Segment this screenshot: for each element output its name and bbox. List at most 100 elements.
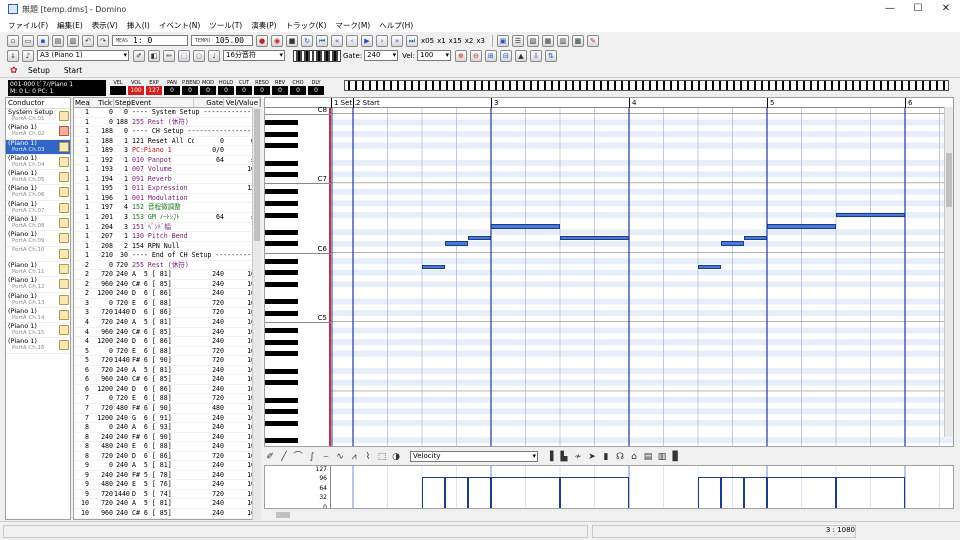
black-key[interactable] (265, 420, 298, 426)
speed-button[interactable]: x1 (437, 37, 446, 45)
velocity-bar[interactable] (767, 476, 836, 508)
settings-wrench-icon[interactable]: ✎ (586, 34, 599, 47)
event-row[interactable]: 6720240A 5 [ 81]240100 (74, 366, 260, 376)
random-icon[interactable]: ⩘ (348, 451, 360, 463)
horizontal-scroll-thumb[interactable] (276, 512, 290, 518)
velocity-bar[interactable] (836, 476, 905, 508)
forward-end-icon[interactable]: ⏭ (406, 34, 418, 47)
event-row[interactable]: 12043151 ﾍﾞﾝﾄﾞ幅12 (74, 223, 260, 233)
snap-icon[interactable]: ⇅ (544, 49, 557, 62)
mixer-icon[interactable]: ▦ (541, 34, 554, 47)
erase-range-icon[interactable]: ◑ (390, 451, 402, 463)
meter-icon[interactable]: ▊ (670, 451, 682, 463)
maximize-button[interactable]: ☐ (904, 0, 932, 18)
column-header[interactable]: Tick (90, 98, 114, 107)
menu-item[interactable]: イベント(N) (159, 20, 200, 31)
record-step-icon[interactable]: ◉ (271, 34, 283, 47)
note-block[interactable] (743, 235, 767, 241)
note-block[interactable] (491, 224, 560, 229)
edit-curve-icon[interactable]: ⌇ (362, 451, 374, 463)
black-key[interactable] (265, 229, 298, 235)
black-key[interactable] (265, 172, 298, 178)
velocity-bar[interactable] (445, 476, 469, 508)
redo-icon[interactable]: ↷ (97, 34, 109, 47)
event-row[interactable]: 12013153 GM ﾉｰﾄｼﾌﾄ64±0 (74, 213, 260, 223)
track-item[interactable]: (Piano 1) PortA Ch.12 (6, 277, 70, 293)
event-row[interactable]: 101200240D 6 [ 86]240100 (74, 519, 260, 520)
menu-item[interactable]: ツール(T) (209, 20, 242, 31)
list-view-icon[interactable]: ☰ (511, 34, 524, 47)
note-block[interactable] (836, 212, 905, 218)
undo-icon[interactable]: ↶ (82, 34, 94, 47)
note-grid[interactable] (331, 108, 953, 446)
play-icon[interactable]: ▶ (361, 34, 373, 47)
event-row[interactable]: 10720240A 5 [ 81]240100 (74, 499, 260, 509)
black-key[interactable] (265, 160, 298, 166)
measure-ruler[interactable]: 1 Set.. 2 Start 3 4 5 6 (265, 98, 953, 108)
score-icon[interactable]: ▧ (526, 34, 539, 47)
velocity-bar[interactable] (743, 476, 767, 508)
black-key[interactable] (265, 143, 298, 149)
menu-item[interactable]: 編集(E) (57, 20, 83, 31)
event-row[interactable]: 7720480F# 6 [ 90]480100 (74, 404, 260, 414)
event-row[interactable]: 11921010 Panpot64±0 (74, 156, 260, 166)
open-folder-icon[interactable]: ▭ (22, 34, 34, 47)
track-item[interactable]: (Piano 1) PortA Ch.13 (6, 292, 70, 308)
velocity-bar[interactable] (698, 476, 722, 508)
speaker-icon[interactable] (59, 279, 69, 290)
black-key[interactable] (265, 241, 298, 247)
event-row[interactable]: 9480240E 5 [ 76]240100 (74, 480, 260, 490)
forward-icon[interactable]: › (376, 34, 388, 47)
event-row[interactable]: 1 188 0 ---- CH Setup ------------------ (74, 127, 260, 137)
new-file-icon[interactable]: ▫ (7, 34, 19, 47)
arrow-icon[interactable]: ➤ (586, 451, 598, 463)
black-key[interactable] (265, 409, 298, 415)
speed-button[interactable]: x15 (449, 37, 462, 45)
quantize-icon[interactable]: ⇩ (529, 49, 542, 62)
velocity-bar[interactable] (467, 476, 491, 508)
event-row[interactable]: 1 0 0 ---- System Setup ------------- (74, 108, 260, 118)
view-icon[interactable]: ▣ (496, 34, 509, 47)
event-row[interactable]: 4720240A 5 [ 81]240100 (74, 318, 260, 328)
black-key[interactable] (265, 310, 298, 316)
speaker-icon[interactable] (59, 309, 69, 320)
speaker-icon[interactable] (59, 294, 69, 305)
gate-select[interactable]: 240 (364, 50, 399, 61)
track-item[interactable]: (Piano 1) PortA Ch.06 (6, 185, 70, 201)
speaker-icon[interactable] (59, 325, 69, 336)
close-button[interactable]: ✕ (932, 0, 960, 18)
event-row[interactable]: 11974152 音程微調整0 (74, 203, 260, 214)
column-header[interactable]: Step (114, 98, 131, 107)
rewind-start-icon[interactable]: ⏮ (316, 34, 328, 47)
note-block[interactable] (467, 235, 491, 241)
event-row[interactable]: 37201440D 6 [ 86]720100 (74, 308, 260, 319)
pen-icon[interactable]: ✐ (264, 451, 276, 463)
black-key[interactable] (265, 258, 298, 264)
select-rect-icon[interactable]: ⬚ (178, 49, 190, 62)
note-tool-icon[interactable]: ♪ (22, 49, 34, 62)
black-key[interactable] (265, 437, 298, 443)
menu-item[interactable]: マーク(M) (335, 20, 370, 31)
back-icon[interactable]: ‹ (346, 34, 358, 47)
speed-button[interactable]: x3 (476, 37, 485, 45)
tab-start[interactable]: Start (64, 66, 82, 75)
piano-roll-scrollbar[interactable] (944, 107, 953, 437)
event-row[interactable]: 2960240C# 6 [ 85]240100 (74, 280, 260, 290)
velocity-bar[interactable] (491, 476, 560, 508)
vel-select[interactable]: 100 (416, 50, 451, 61)
menu-item[interactable]: ヘルプ(H) (379, 20, 413, 31)
column-header[interactable]: Vel/Value (224, 98, 260, 107)
zoom-in-icon[interactable]: ⊕ (454, 49, 467, 62)
note-block[interactable] (560, 235, 629, 241)
event-row[interactable]: 97201440D 5 [ 74]720100 (74, 490, 260, 500)
piano-keyboard[interactable]: C8 C7 C6 C5 (265, 107, 331, 446)
setup-gear-icon[interactable]: ✿ (10, 66, 20, 76)
event-row[interactable]: 2720240A 5 [ 81]240100 (74, 270, 260, 280)
insert-note-icon[interactable]: ↓ (7, 49, 19, 62)
bars-view-icon[interactable]: ▐ (544, 451, 556, 463)
event-row[interactable]: 11893PC:Piano 10/01 (74, 146, 260, 156)
black-key[interactable] (265, 200, 298, 206)
pen-tool-icon[interactable]: ✐ (133, 49, 145, 62)
horizontal-scrollbar[interactable] (264, 510, 954, 520)
track-item[interactable]: (Piano 1) PortA Ch.03 (6, 139, 70, 155)
